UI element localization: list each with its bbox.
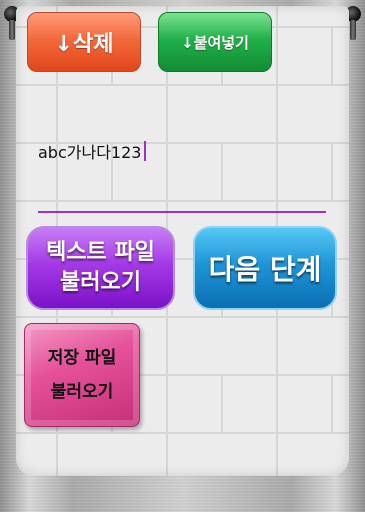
delete-button-label: ↓삭제 xyxy=(54,32,114,57)
delete-button[interactable]: ↓삭제 xyxy=(27,12,141,72)
load-saved-file-button[interactable]: 저장 파일 불러오기 xyxy=(24,323,140,427)
text-input[interactable]: abc가나다123 xyxy=(38,136,326,166)
next-step-label: 다음 단계 xyxy=(208,253,322,286)
load-text-file-label-line1: 텍스트 파일 xyxy=(46,240,155,265)
text-input-value: abc가나다123 xyxy=(38,143,142,162)
divider-line xyxy=(38,211,326,213)
text-cursor xyxy=(144,141,147,161)
paste-button-label: ↓붙여넣기 xyxy=(181,33,249,52)
next-step-button[interactable]: 다음 단계 xyxy=(193,226,337,310)
load-text-file-button[interactable]: 텍스트 파일 불러오기 xyxy=(26,226,175,310)
load-saved-file-label-line1: 저장 파일 xyxy=(47,348,117,368)
load-saved-file-label-line2: 불러오기 xyxy=(50,382,114,402)
paste-button[interactable]: ↓붙여넣기 xyxy=(158,12,272,72)
load-text-file-label-line2: 불러오기 xyxy=(60,270,141,295)
